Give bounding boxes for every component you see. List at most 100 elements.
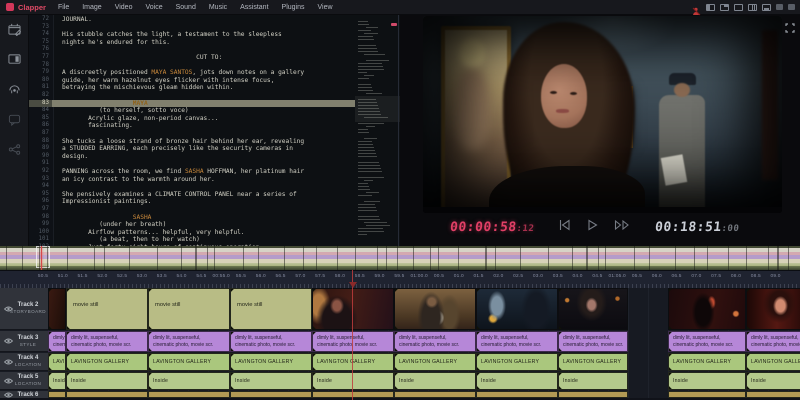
storyboard-cell[interactable]: movie still bbox=[66, 288, 148, 330]
menu-view[interactable]: View bbox=[318, 4, 333, 11]
script-line[interactable]: 78 bbox=[28, 62, 355, 70]
timeline-ruler[interactable]: 50.551.051.552.052.553.053.554.054.500:5… bbox=[0, 270, 800, 289]
storyboard-cell[interactable] bbox=[312, 288, 394, 330]
sublocation-cell[interactable]: Inside bbox=[230, 372, 312, 390]
layout-panel-bottom-icon[interactable] bbox=[762, 4, 771, 11]
sublocation-cell[interactable]: Inside bbox=[48, 372, 66, 390]
track-visibility-eye-icon[interactable] bbox=[4, 378, 13, 384]
script-line[interactable]: 98 SASHA bbox=[28, 214, 355, 222]
storyboard-cell[interactable]: movie still bbox=[230, 288, 312, 330]
style-cell[interactable]: dimly lit, suspenseful,cinematic photo, … bbox=[48, 331, 66, 352]
storyboard-cell[interactable] bbox=[394, 288, 476, 330]
script-line[interactable]: 81betraying the mischievous gleam hidden… bbox=[28, 84, 355, 92]
track-header-track-4[interactable]: Track 4LOCATION bbox=[0, 353, 48, 371]
skip-start-button[interactable] bbox=[558, 219, 571, 231]
style-cell[interactable]: dimly lit, suspenseful,cinematic photo, … bbox=[476, 331, 558, 352]
menu-image[interactable]: Image bbox=[82, 4, 101, 11]
style-cell[interactable]: dimly lit, suspenseful,cinematic photo, … bbox=[148, 331, 230, 352]
overview-playhead[interactable] bbox=[41, 246, 42, 270]
editor-minimap[interactable] bbox=[355, 14, 400, 246]
location-cell[interactable]: LAVINGTON GALLERY bbox=[668, 353, 746, 371]
script-line[interactable]: 74His stubble catches the light, a testa… bbox=[28, 31, 355, 39]
script-line[interactable]: 94 bbox=[28, 183, 355, 191]
script-line[interactable]: 75nights he's endured for this. bbox=[28, 39, 355, 47]
menu-video[interactable]: Video bbox=[115, 4, 133, 11]
timeline-overview[interactable] bbox=[0, 246, 800, 270]
script-line[interactable]: 90design. bbox=[28, 153, 355, 161]
track6-cell[interactable] bbox=[66, 391, 148, 398]
storyboard-cell[interactable] bbox=[48, 288, 66, 330]
script-line[interactable]: 84 (to herself, sotto voce) bbox=[28, 107, 355, 115]
track6-cell[interactable] bbox=[312, 391, 394, 398]
track-visibility-eye-icon[interactable] bbox=[4, 338, 13, 344]
timeline-playhead[interactable] bbox=[352, 270, 353, 400]
video-preview[interactable] bbox=[423, 16, 782, 213]
assistant-icon[interactable] bbox=[0, 74, 28, 104]
track6-cell[interactable] bbox=[48, 391, 66, 398]
layout-single-icon[interactable] bbox=[734, 4, 743, 11]
fullscreen-icon[interactable] bbox=[785, 20, 795, 38]
location-cell[interactable]: LAVINGTON GALLERY bbox=[476, 353, 558, 371]
screenplay-icon[interactable] bbox=[0, 14, 28, 44]
script-line[interactable]: 77 CUT TO: bbox=[28, 54, 355, 62]
style-cell[interactable]: dimly lit, suspenseful,cinematic photo, … bbox=[746, 331, 800, 352]
track-visibility-eye-icon[interactable] bbox=[4, 306, 13, 312]
script-line[interactable]: 89a STUDDED EARRING, each precisely like… bbox=[28, 145, 355, 153]
style-cell[interactable]: dimly lit, suspenseful,cinematic photo, … bbox=[668, 331, 746, 352]
script-line[interactable]: 88She tucks a loose strand of bronze hai… bbox=[28, 138, 355, 146]
window-maximize-icon[interactable] bbox=[788, 4, 795, 10]
location-cell[interactable]: LAVINGTON GALLERY bbox=[66, 353, 148, 371]
style-cell[interactable]: dimly lit, suspenseful,cinematic photo, … bbox=[558, 331, 628, 352]
style-cell[interactable]: dimly lit, suspenseful,cinematic photo, … bbox=[66, 331, 148, 352]
sublocation-cell[interactable]: Inside bbox=[746, 372, 800, 390]
script-line[interactable]: 72JOURNAL. bbox=[28, 16, 355, 24]
script-line[interactable]: 93an icy contrast to the warmth around h… bbox=[28, 176, 355, 184]
track6-cell[interactable] bbox=[394, 391, 476, 398]
script-line[interactable]: 80guide, her warm hazelnut eyes flicker … bbox=[28, 77, 355, 85]
sublocation-cell[interactable]: Inside bbox=[312, 372, 394, 390]
script-line[interactable]: 101 (a beat, then to her watch) bbox=[28, 236, 355, 244]
storyboard-cell[interactable]: movie still bbox=[148, 288, 230, 330]
storyboard-cell[interactable] bbox=[476, 288, 558, 330]
script-line[interactable]: 96Impressionist paintings. bbox=[28, 198, 355, 206]
sublocation-cell[interactable]: Inside bbox=[148, 372, 230, 390]
layout-grid-icon[interactable] bbox=[748, 4, 757, 11]
location-cell[interactable]: LAVINGTON GALLERY bbox=[746, 353, 800, 371]
sublocation-cell[interactable]: Inside bbox=[66, 372, 148, 390]
script-line[interactable]: 76 bbox=[28, 46, 355, 54]
location-cell[interactable]: LAVINGTON GALLERY bbox=[230, 353, 312, 371]
track-header-track-3[interactable]: Track 3STYLE bbox=[0, 331, 48, 352]
script-line[interactable]: 100 Airflow patterns... helpful, very he… bbox=[28, 229, 355, 237]
script-line[interactable]: 95She pensively examines a CLIMATE CONTR… bbox=[28, 191, 355, 199]
script-line[interactable]: 91 bbox=[28, 160, 355, 168]
script-editor[interactable]: 72JOURNAL.7374His stubble catches the li… bbox=[28, 14, 355, 246]
script-line[interactable]: 97 bbox=[28, 206, 355, 214]
node-graph-icon[interactable] bbox=[0, 134, 28, 164]
chat-icon[interactable] bbox=[0, 104, 28, 134]
style-cell[interactable]: dimly lit, suspenseful,cinematic photo, … bbox=[394, 331, 476, 352]
app-logo[interactable]: Clapper bbox=[6, 3, 46, 12]
script-line[interactable]: 83 MAYA bbox=[28, 100, 355, 108]
location-cell[interactable]: LAVINGTON GALLERY bbox=[148, 353, 230, 371]
script-line[interactable]: 102 Just forty-eight hours of continuous… bbox=[28, 244, 355, 246]
location-cell[interactable]: LAVINGTON GALLERY bbox=[48, 353, 66, 371]
script-line[interactable]: 82 bbox=[28, 92, 355, 100]
menu-music[interactable]: Music bbox=[209, 4, 227, 11]
track-visibility-eye-icon[interactable] bbox=[4, 359, 13, 365]
monitor-icon[interactable] bbox=[0, 44, 28, 74]
menu-assistant[interactable]: Assistant bbox=[240, 4, 268, 11]
window-minimize-icon[interactable] bbox=[776, 4, 783, 10]
menu-file[interactable]: File bbox=[58, 4, 69, 11]
storyboard-cell[interactable] bbox=[668, 288, 746, 330]
track6-cell[interactable] bbox=[558, 391, 628, 398]
menu-voice[interactable]: Voice bbox=[145, 4, 162, 11]
script-line[interactable]: 92PANNING across the room, we find SASHA… bbox=[28, 168, 355, 176]
track6-cell[interactable] bbox=[148, 391, 230, 398]
track6-cell[interactable] bbox=[746, 391, 800, 398]
script-line[interactable]: 79A discreetly positioned MAYA SANTOS, j… bbox=[28, 69, 355, 77]
script-line[interactable]: 73 bbox=[28, 24, 355, 32]
script-line[interactable]: 85 Acrylic glaze, non-period canvas... bbox=[28, 115, 355, 123]
style-cell[interactable]: dimly lit, suspenseful,cinematic photo, … bbox=[312, 331, 394, 352]
layout-split-left-icon[interactable] bbox=[706, 4, 715, 11]
storyboard-cell[interactable] bbox=[746, 288, 800, 330]
